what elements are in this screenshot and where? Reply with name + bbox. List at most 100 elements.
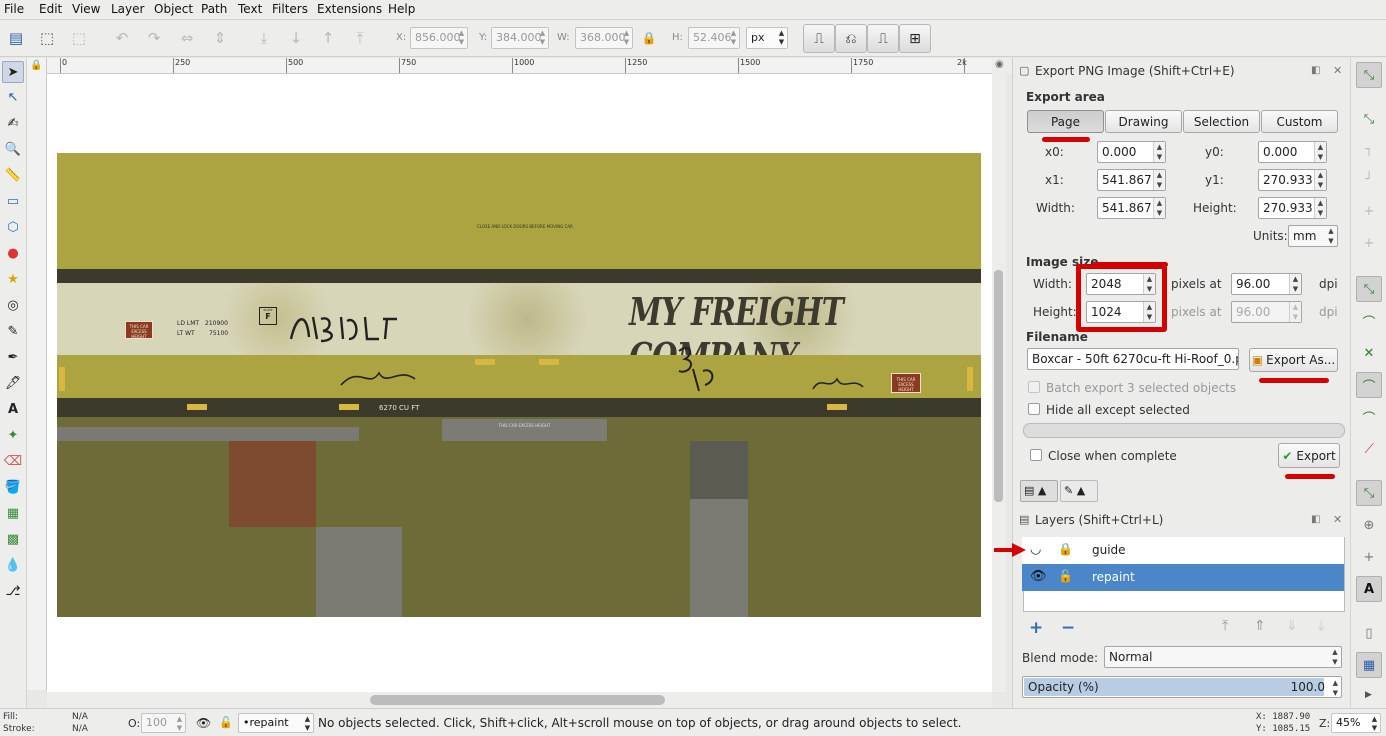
opacity-slider[interactable]: Opacity (%) 100.0 ▲ ▼ [1022,676,1342,698]
visibility-icon[interactable]: 👁 [1030,569,1047,584]
lower-icon[interactable]: ↓ [283,25,309,51]
vertical-scrollbar[interactable] [992,74,1006,692]
dropper-tool-icon[interactable]: 💧 [2,554,24,576]
calligraphy-tool-icon[interactable]: 🖋 [2,372,24,394]
pencil-tool-icon[interactable]: ✎ [2,320,24,342]
horizontal-scrollbar[interactable] [47,692,992,708]
raise-icon[interactable]: ↑ [315,25,341,51]
document-tab-icon[interactable]: ▤ ▲ [1020,480,1058,502]
select-all-icon[interactable]: ▤ [3,25,29,51]
filename-field[interactable]: Boxcar - 50ft 6270cu-ft Hi-Roof_0.png [1027,348,1239,370]
edit-tab-icon[interactable]: ✎ ▲ [1060,480,1098,502]
menu-path[interactable]: Path [201,2,227,16]
3d-box-tool-icon[interactable]: ⬡ [2,216,24,238]
toggle-visibility-icon[interactable]: 👁 [196,716,211,730]
snap-smooth-icon[interactable]: ⌒ [1356,404,1382,430]
snap-rotation-icon[interactable]: + [1356,544,1382,570]
menu-edit[interactable]: Edit [39,2,62,16]
snap-text-baseline-icon[interactable]: A [1356,576,1382,602]
export-button[interactable]: ✔ Export [1278,443,1340,468]
layer-to-top-icon[interactable]: ⤒ [1222,618,1228,634]
y0-field[interactable]: 0.000 ▲ ▼ [1258,141,1327,163]
menu-extensions[interactable]: Extensions [317,2,382,16]
select-all-layers-icon[interactable]: ⬚ [34,25,60,51]
flip-horizontal-icon[interactable]: ⇔ [174,25,200,51]
zoom-field[interactable]: 45% ▲ ▼ [1331,713,1381,733]
ellipse-tool-icon[interactable]: ● [2,242,24,264]
blend-mode-select[interactable]: Normal ▲ ▼ [1104,646,1342,668]
snap-midpoint-icon[interactable]: ⟋ [1356,436,1382,462]
raise-to-top-icon[interactable]: ⤒ [347,25,373,51]
mesh-tool-icon[interactable]: ▩ [2,528,24,550]
snap-grid-icon[interactable]: ▦ [1356,652,1382,678]
image-width-field[interactable]: 2048 ▲ ▼ [1086,273,1156,295]
menu-view[interactable]: View [72,2,100,16]
y1-field[interactable]: 270.933 ▲ ▼ [1258,169,1327,191]
snap-others-icon[interactable]: ⤡ [1356,480,1382,506]
dock-close-icon[interactable]: ✕ [1333,64,1342,77]
scale-stroke-toggle[interactable]: ⎍ [803,24,835,53]
rotate-cw-icon[interactable]: ↷ [141,25,167,51]
w-field[interactable]: 368.000 ▲ ▼ [575,27,633,49]
x-field[interactable]: 856.000 ▲ ▼ [410,27,468,49]
tweak-tool-icon[interactable]: ✍ [2,112,24,134]
snap-toggle-icon[interactable]: ⤡ [1356,62,1382,88]
snap-center-icon[interactable]: ⊕ [1356,512,1382,538]
menu-filters[interactable]: Filters [272,2,308,16]
move-gradients-toggle[interactable]: ⎍ [867,24,899,53]
area-width-field[interactable]: 541.867 ▲ ▼ [1097,197,1166,219]
export-as-button[interactable]: ▣ Export As... [1249,348,1338,372]
horizontal-scroll-thumb[interactable] [370,695,665,705]
current-layer-select[interactable]: •repaint ▲ ▼ [238,713,314,733]
menu-layer[interactable]: Layer [111,2,144,16]
flip-vertical-icon[interactable]: ⇕ [207,25,233,51]
area-drawing-button[interactable]: Drawing [1105,110,1182,133]
snap-cusp-icon[interactable]: ⌒ [1356,372,1382,398]
menu-file[interactable]: File [4,2,24,16]
rectangle-tool-icon[interactable]: ▭ [2,190,24,212]
pen-tool-icon[interactable]: ✒ [2,346,24,368]
gradient-tool-icon[interactable]: ▦ [2,502,24,524]
measure-tool-icon[interactable]: 📏 [2,164,24,186]
snap-intersections-icon[interactable]: ✕ [1356,340,1382,366]
add-layer-icon[interactable]: + [1029,618,1043,638]
layers-close-icon[interactable]: ✕ [1333,513,1342,526]
area-custom-button[interactable]: Custom [1261,110,1338,133]
snap-bbox-corner-icon[interactable]: ┘ [1356,166,1382,192]
unlock-icon[interactable]: 🔓 [1058,569,1073,583]
snap-bbox-edge-icon[interactable]: ┐ [1356,136,1382,162]
units-select[interactable]: mm ▲ ▼ [1288,225,1338,247]
vertical-scroll-thumb[interactable] [994,270,1003,502]
node-tool-icon[interactable]: ↖ [2,86,24,108]
lock-guides-icon[interactable]: 🔒 [30,60,42,71]
dock-minimize-icon[interactable]: ◧ [1311,65,1320,76]
snap-paths-icon[interactable]: ⌒ [1356,308,1382,334]
scale-corners-toggle[interactable]: ⎌ [835,24,867,53]
close-when-complete-checkbox[interactable] [1030,449,1042,461]
selector-tool-icon[interactable]: ➤ [2,61,24,83]
visibility-hidden-icon[interactable]: ◡ [1030,542,1041,557]
move-patterns-toggle[interactable]: ⊞ [899,24,931,53]
lock-ratio-icon[interactable]: 🔒 [636,25,662,51]
area-selection-button[interactable]: Selection [1183,110,1260,133]
snap-bbox-icon[interactable]: ⤡ [1356,106,1382,132]
menu-object[interactable]: Object [154,2,193,16]
y-field[interactable]: 384.000 ▲ ▼ [491,27,549,49]
layers-minimize-icon[interactable]: ◧ [1311,514,1320,525]
layer-to-bottom-icon[interactable]: ⤓ [1318,618,1324,634]
canvas[interactable]: CLOSE AND LOCK DOORS BEFORE MOVING CAR M… [47,74,992,692]
hide-except-checkbox[interactable] [1028,403,1040,415]
zoom-tool-icon[interactable]: 🔍 [2,138,24,160]
layer-row-guide[interactable]: ◡ 🔒 guide [1022,537,1344,564]
menu-help[interactable]: Help [388,2,415,16]
toggle-lock-icon[interactable]: 🔓 [219,716,233,729]
more-arrow-icon[interactable]: ▶ [1365,690,1372,700]
batch-export-checkbox[interactable] [1028,381,1040,393]
layer-raise-icon[interactable]: ⇑ [1254,618,1266,634]
remove-layer-icon[interactable]: − [1061,618,1075,638]
text-tool-icon[interactable]: A [2,398,24,420]
layer-lower-icon[interactable]: ⇓ [1286,618,1298,634]
star-tool-icon[interactable]: ★ [2,268,24,290]
lock-icon[interactable]: 🔒 [1058,542,1073,556]
image-height-field[interactable]: 1024 ▲ ▼ [1086,301,1156,323]
